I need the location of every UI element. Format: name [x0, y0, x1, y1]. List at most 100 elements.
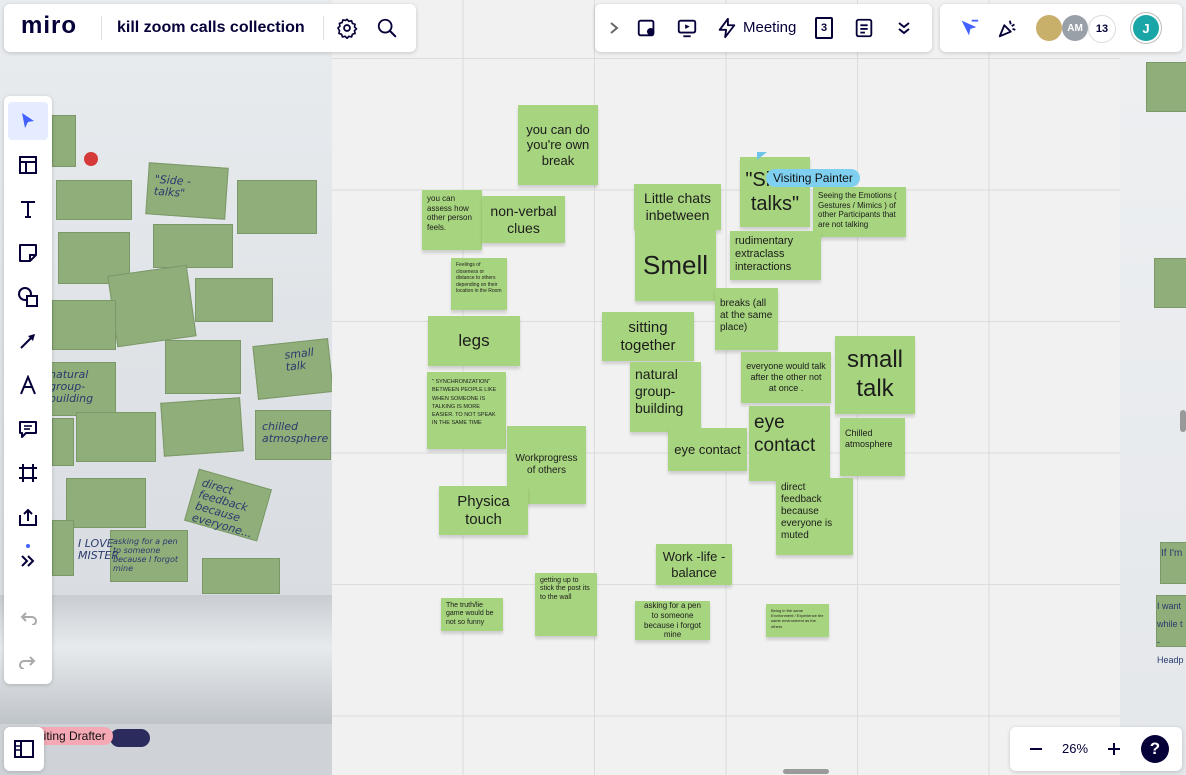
sticky-note[interactable]: Seeing the Emotions ( Gestures / Mimics …: [813, 187, 906, 237]
pen-tool-icon[interactable]: [16, 373, 40, 397]
zoom-out-icon[interactable]: [1024, 737, 1048, 761]
photo-sticky: [52, 418, 74, 466]
more-tools-chevrons-icon[interactable]: [16, 549, 40, 573]
red-magnet-icon: [84, 152, 98, 166]
creation-toolbar: [4, 96, 52, 684]
frames-panel-toggle-icon[interactable]: [4, 727, 44, 771]
sticky-note[interactable]: small talk: [835, 336, 915, 414]
text-tool-icon[interactable]: [16, 197, 40, 221]
photo-sticky: asking for a pen to someone because I fo…: [110, 530, 188, 582]
board-canvas[interactable]: "Side - talks" small talk natural group-…: [0, 0, 1186, 775]
video-chat-icon[interactable]: [635, 16, 659, 40]
whiteboard-photo-right[interactable]: If I'm I want while t - Headp: [1120, 0, 1186, 775]
collaborator-cursor-label: Visiting Painter: [766, 169, 860, 187]
sticky-note[interactable]: Smell: [635, 230, 716, 301]
zoom-controls: 26% ?: [1010, 727, 1182, 771]
sticky-note[interactable]: you can do you're own break: [518, 105, 598, 185]
presentation-icon[interactable]: [675, 16, 699, 40]
sticky-note[interactable]: everyone would talk after the other not …: [741, 352, 831, 403]
sticky-note[interactable]: Chilled atmosphere: [840, 418, 905, 476]
shapes-icon[interactable]: [16, 285, 40, 309]
timer-icon[interactable]: 3: [812, 16, 836, 40]
miro-logo[interactable]: miro: [21, 12, 77, 40]
sticky-note[interactable]: rudimentary extraclass interactions: [730, 231, 821, 280]
search-icon[interactable]: [375, 16, 399, 40]
undo-icon[interactable]: [16, 605, 40, 629]
sticky-note[interactable]: you can assess how other person feels.: [422, 190, 482, 250]
settings-gear-icon[interactable]: [335, 16, 359, 40]
sticky-note[interactable]: non-verbal clues: [482, 196, 565, 243]
drafter-cursor-tag-dark: [110, 729, 150, 747]
sticky-note[interactable]: getting up to stick the post its to the …: [535, 573, 597, 636]
sticky-note[interactable]: Work -life - balance: [656, 544, 732, 585]
zoom-level[interactable]: 26%: [1060, 741, 1090, 756]
painter-cursor-icon: [757, 152, 767, 160]
sticky-note[interactable]: Feelings of closeness or distance to oth…: [451, 258, 507, 310]
photo-text: small talk: [283, 345, 315, 374]
help-button[interactable]: ?: [1141, 735, 1169, 763]
sticky-note[interactable]: legs: [428, 316, 520, 366]
sticky-note[interactable]: " SYNCHRONIZATION" BETWEEN PEOPLE LIKE W…: [427, 372, 506, 449]
photo-sticky: chilled atmosphere: [255, 410, 331, 460]
photo-sticky: [52, 115, 76, 167]
sticky-note[interactable]: The truth/lie game would be not so funny: [441, 598, 503, 631]
sticky-note[interactable]: natural group-building: [630, 362, 701, 432]
board-header-panel: miro kill zoom calls collection: [4, 4, 416, 52]
double-chevron-down-icon[interactable]: [894, 18, 914, 38]
photo-sticky: [76, 412, 156, 462]
photo-sticky: [202, 558, 280, 594]
select-cursor-icon[interactable]: [8, 102, 48, 140]
sticky-note[interactable]: Physica touch: [439, 486, 528, 535]
photo-sticky: [153, 224, 233, 268]
zoom-in-icon[interactable]: [1102, 737, 1126, 761]
comment-icon[interactable]: [16, 417, 40, 441]
sticky-note[interactable]: Little chats inbetween: [634, 184, 721, 230]
current-user-avatar[interactable]: J: [1133, 15, 1159, 41]
photo-sticky: small talk: [252, 338, 332, 400]
new-indicator-dot: [26, 544, 30, 548]
lightning-icon[interactable]: [715, 16, 739, 40]
sticky-note[interactable]: sitting together: [602, 312, 694, 361]
photo-sticky: direct feedback because everyone...: [184, 468, 272, 542]
photo-sticky: [52, 300, 116, 350]
collaborator-avatar[interactable]: AM: [1062, 15, 1088, 41]
photo-sticky: [165, 340, 241, 394]
sticky-note[interactable]: breaks (all at the same place): [715, 288, 778, 350]
frame-icon[interactable]: [16, 461, 40, 485]
sticky-note-icon[interactable]: [16, 241, 40, 265]
scrollbar-thumb-vertical[interactable]: [1180, 410, 1186, 432]
share-panel: AM 13 J: [940, 4, 1182, 52]
sticky-note[interactable]: "Side - talks": [740, 157, 810, 227]
photo-text: If I'm: [1161, 548, 1183, 559]
divider: [101, 16, 102, 40]
photo-text: chilled atmosphere: [262, 420, 329, 445]
photo-sticky: I want while t - Headp: [1156, 595, 1186, 665]
templates-icon[interactable]: [16, 153, 40, 177]
sticky-note[interactable]: asking for a pen to someone because i fo…: [635, 601, 710, 640]
chevron-right-icon[interactable]: [605, 18, 623, 38]
sticky-note[interactable]: direct feedback because everyone is mute…: [776, 478, 853, 555]
timer-digit: 3: [815, 17, 833, 39]
photo-text: I want while t - Headp: [1157, 601, 1184, 665]
cursor-filter-icon[interactable]: [957, 16, 981, 40]
redo-icon[interactable]: [16, 649, 40, 673]
meeting-button[interactable]: Meeting: [743, 19, 796, 36]
upload-icon[interactable]: [16, 505, 40, 529]
collaborator-count-badge[interactable]: 13: [1088, 15, 1116, 43]
photo-sticky: [107, 264, 197, 348]
photo-sticky: [195, 278, 273, 322]
scrollbar-thumb-horizontal[interactable]: [783, 769, 829, 774]
photo-sticky: [160, 397, 244, 457]
sticky-note[interactable]: Being in the same Environment / Experien…: [766, 604, 829, 637]
collaborator-avatar[interactable]: [1036, 15, 1062, 41]
photo-text: asking for a pen to someone because I fo…: [113, 537, 179, 573]
sticky-note[interactable]: eye contact: [668, 428, 747, 471]
notes-icon[interactable]: [852, 16, 876, 40]
arrow-line-icon[interactable]: [16, 329, 40, 353]
photo-text: I LOVE MISTER: [78, 537, 120, 562]
celebrate-icon[interactable]: [996, 16, 1020, 40]
sticky-note[interactable]: eye contact: [749, 406, 830, 481]
collaboration-toolbar: Meeting 3: [595, 4, 932, 52]
photo-sticky: [56, 180, 132, 220]
board-title[interactable]: kill zoom calls collection: [117, 19, 305, 37]
